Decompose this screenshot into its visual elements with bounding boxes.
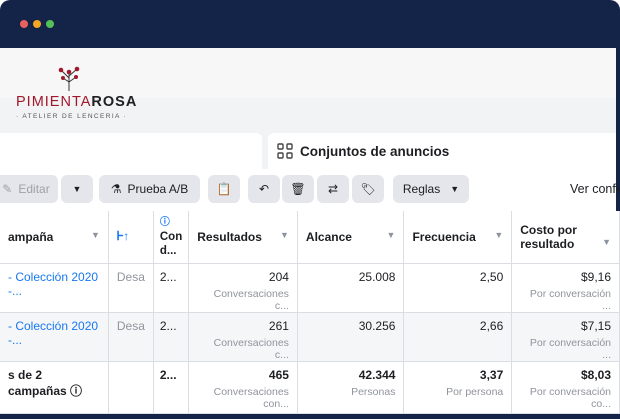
status-cell: Desa — [108, 263, 154, 313]
table-row[interactable]: - Colección 2020 -... Desa 2... 204 Conve… — [0, 263, 620, 313]
frequency-cell: 2,66 — [403, 312, 513, 362]
header-frequency[interactable]: Frecuencia ▼ — [403, 211, 513, 264]
rules-button[interactable]: Reglas ▼ — [393, 175, 469, 203]
col2-cell: 2... — [153, 312, 190, 362]
toolbar: ✎ Editar ▼ ⚗ Prueba A/B 📋 ↶ 🗑 ⇄ 🏷 Reglas ▼ … — [0, 169, 620, 212]
window-title-bar — [0, 0, 620, 48]
ad-sets-grid-icon — [277, 143, 293, 159]
edit-dropdown-button[interactable]: ▼ — [61, 175, 93, 203]
export-button[interactable]: ⇄ — [317, 175, 349, 203]
tab-ad-sets-label: Conjuntos de anuncios — [300, 144, 450, 159]
export-icon: ⇄ — [327, 182, 339, 196]
chevron-down-icon: ▼ — [494, 229, 504, 240]
total-label: s de 2 campañas ⓘ — [0, 361, 109, 414]
chevron-down-icon: ▼ — [90, 229, 100, 240]
frequency-cell: 2,50 — [403, 263, 513, 313]
minimize-window-dot[interactable] — [33, 20, 41, 28]
header-col2[interactable]: ⓘ Con d... — [153, 211, 190, 264]
chevron-down-icon: ▼ — [280, 229, 289, 240]
col2-cell: 2... — [153, 263, 190, 313]
tag-icon: 🏷 — [360, 182, 376, 196]
maximize-window-dot[interactable] — [46, 20, 54, 28]
campaign-name-link[interactable]: - Colección 2020 -... — [8, 319, 98, 347]
table-row[interactable]: - Colección 2020 -... Desa 2... 261 Conve… — [0, 312, 620, 362]
view-config-link[interactable]: Ver configu — [570, 182, 620, 196]
edit-button[interactable]: ✎ Editar — [0, 175, 58, 203]
reach-cell: 25.008 — [297, 263, 405, 313]
total-frequency-cell: 3,37 Por persona — [403, 361, 513, 414]
cost-cell: $9,16 Por conversación ... — [511, 263, 620, 313]
total-cost-cell: $8,03 Por conversación co... — [511, 361, 620, 414]
chevron-down-icon: ▼ — [602, 236, 611, 247]
sort-arrow-icon: Ꮀ↑ — [116, 229, 130, 244]
pencil-icon: ✎ — [2, 182, 13, 196]
brand-tagline: · ATELIER DE LENCERIA · — [16, 113, 128, 120]
tag-button[interactable]: 🏷 — [352, 175, 384, 203]
total-results-cell: 465 Conversaciones con... — [188, 361, 298, 414]
duplicate-button[interactable]: 📋 — [208, 175, 240, 203]
undo-button[interactable]: ↶ — [248, 175, 280, 203]
header-reach[interactable]: Alcance ▼ — [297, 211, 405, 264]
trash-icon: 🗑 — [290, 182, 306, 196]
info-icon: ⓘ — [70, 383, 83, 398]
status-cell: Desa — [108, 312, 154, 362]
delete-button[interactable]: 🗑 — [282, 175, 314, 203]
results-cell: 261 Conversaciones c... — [188, 312, 298, 362]
header-sort-icon[interactable]: Ꮀ↑ — [108, 211, 154, 264]
pepper-branch-logo-icon — [58, 66, 80, 91]
campaign-name-link[interactable]: - Colección 2020 -... — [8, 270, 98, 298]
info-icon: ⓘ — [159, 217, 170, 229]
header-campaign[interactable]: ampaña ▼ — [0, 211, 109, 264]
brand-header-top — [0, 48, 616, 98]
total-row: s de 2 campañas ⓘ 2... 465 Conversaciones… — [0, 361, 620, 414]
chevron-down-icon: ▼ — [386, 229, 396, 240]
cost-cell: $7,15 Por conversación ... — [511, 312, 620, 362]
campaign-table: ampaña ▼ Ꮀ↑ ⓘ Con d... Resultados ▼ Alcance… — [0, 211, 620, 414]
flask-icon: ⚗ — [110, 182, 122, 196]
chevron-down-icon: ▼ — [72, 184, 82, 194]
ab-test-button[interactable]: ⚗ Prueba A/B — [99, 175, 200, 203]
close-window-dot[interactable] — [20, 20, 28, 28]
total-reach-cell: 42.344 Personas — [297, 361, 405, 414]
tab-campaigns[interactable] — [0, 133, 262, 169]
header-results[interactable]: Resultados ▼ — [188, 211, 298, 264]
total-col2-cell: 2... — [153, 361, 190, 414]
chevron-down-icon: ▼ — [450, 184, 460, 194]
brand-name: PIMIENTAROSA — [16, 94, 138, 110]
results-cell: 204 Conversaciones c... — [188, 263, 298, 313]
header-cost[interactable]: ▼ Costo por resultado — [511, 211, 620, 264]
clipboard-icon: 📋 — [216, 182, 232, 196]
reach-cell: 30.256 — [297, 312, 405, 362]
undo-icon: ↶ — [258, 182, 270, 196]
